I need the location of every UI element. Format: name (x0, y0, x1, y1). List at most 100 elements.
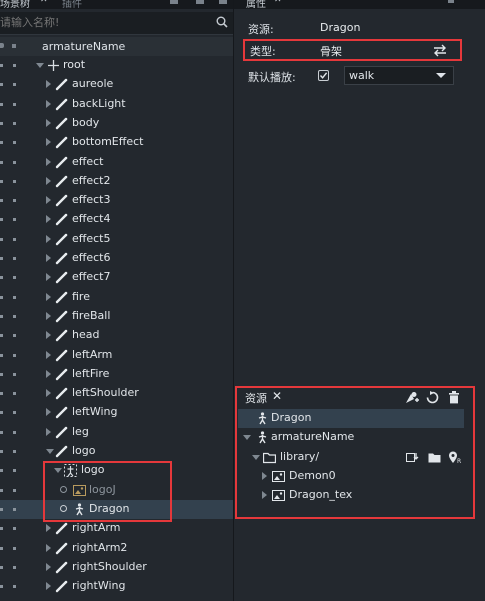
tree-row[interactable]: head (0, 326, 233, 345)
lock-toggle[interactable] (13, 353, 16, 357)
visibility-toggle[interactable] (0, 83, 3, 87)
lock-toggle[interactable] (13, 469, 16, 473)
tree-row[interactable]: effect2 (0, 172, 233, 191)
tree-row[interactable]: backLight (0, 95, 233, 114)
trash-icon[interactable] (448, 391, 460, 404)
visibility-toggle[interactable] (0, 179, 3, 183)
visibility-toggle[interactable] (0, 565, 3, 569)
lock-toggle[interactable] (13, 565, 16, 569)
lock-toggle[interactable] (13, 64, 16, 67)
lock-toggle[interactable] (13, 257, 16, 260)
tree-row[interactable]: rightArm2 (0, 539, 233, 558)
chevron-right-icon[interactable] (262, 472, 267, 480)
tree-row[interactable]: Dragon (0, 499, 233, 519)
lock-toggle[interactable] (13, 121, 16, 125)
chevron-right-icon[interactable] (262, 491, 267, 499)
visibility-toggle[interactable] (0, 199, 3, 203)
locate-icon[interactable]: R (448, 451, 461, 464)
lock-toggle[interactable] (13, 83, 16, 87)
add-asset-icon[interactable] (405, 391, 419, 404)
visibility-toggle[interactable] (0, 527, 3, 531)
chevron-right-icon[interactable] (46, 196, 51, 205)
chevron-down-icon[interactable] (36, 63, 44, 68)
visibility-toggle[interactable] (0, 276, 3, 280)
tree-row[interactable]: effect (0, 153, 233, 172)
switch-type-icon[interactable] (433, 44, 447, 57)
tree-row[interactable]: leftArm (0, 346, 233, 365)
chevron-right-icon[interactable] (46, 408, 51, 417)
chevron-right-icon[interactable] (46, 234, 51, 243)
visibility-toggle[interactable] (0, 585, 3, 589)
lock-toggle[interactable] (13, 585, 16, 589)
chevron-right-icon[interactable] (46, 99, 51, 108)
visibility-toggle[interactable] (0, 546, 3, 550)
tree-row[interactable]: leg (0, 423, 233, 442)
tree-row[interactable]: effect4 (0, 210, 233, 229)
lock-toggle[interactable] (13, 237, 16, 241)
tree-row[interactable]: leftShoulder (0, 384, 233, 403)
tree-row[interactable]: aureole (0, 75, 233, 94)
asset-row[interactable]: Demon0 (238, 467, 464, 486)
tree-row[interactable]: logo (0, 461, 233, 480)
tree-row[interactable]: effect6 (0, 249, 233, 268)
panel-menu-icon[interactable] (170, 0, 178, 4)
asset-row[interactable]: Dragon_tex (238, 486, 464, 505)
visibility-toggle[interactable] (0, 353, 3, 357)
tree-row[interactable]: rightArm (0, 519, 233, 538)
visibility-toggle[interactable] (0, 392, 3, 396)
chevron-right-icon[interactable] (46, 157, 51, 166)
chevron-down-icon[interactable] (243, 435, 251, 440)
lock-toggle[interactable] (13, 411, 16, 415)
lock-toggle[interactable] (13, 334, 16, 338)
close-icon[interactable]: ✕ (40, 0, 48, 5)
radio-dot-icon[interactable] (60, 485, 67, 493)
chevron-right-icon[interactable] (46, 118, 51, 127)
tab-scene-tree[interactable]: 场景树 (0, 0, 30, 10)
lock-toggle[interactable] (13, 295, 16, 299)
chevron-right-icon[interactable] (46, 215, 51, 224)
chevron-down-icon[interactable] (252, 455, 260, 460)
lock-toggle[interactable] (13, 546, 16, 550)
visibility-toggle[interactable] (0, 411, 3, 415)
visibility-toggle[interactable] (0, 469, 3, 473)
tree-row[interactable]: leftWing (0, 403, 233, 422)
visibility-toggle[interactable] (0, 102, 3, 106)
lock-toggle[interactable] (13, 430, 16, 434)
tree-row[interactable]: effect5 (0, 230, 233, 249)
tab-plugins[interactable]: 插件 (62, 0, 82, 10)
chevron-down-icon[interactable] (46, 449, 54, 454)
visibility-toggle[interactable] (0, 295, 3, 299)
default-play-checkbox[interactable] (318, 70, 329, 81)
lock-toggle[interactable] (13, 527, 16, 531)
chevron-right-icon[interactable] (46, 80, 51, 89)
tree-row[interactable]: logoJ (0, 481, 233, 500)
lock-toggle[interactable] (13, 392, 16, 396)
close-icon[interactable]: ✕ (272, 389, 282, 403)
open-folder-icon[interactable] (428, 451, 441, 464)
visibility-toggle[interactable] (0, 334, 3, 338)
lock-toggle[interactable] (13, 218, 16, 222)
tree-row[interactable]: fire (0, 288, 233, 307)
tree-row[interactable]: logo (0, 442, 233, 461)
chevron-right-icon[interactable] (46, 311, 51, 320)
asset-row[interactable]: library/R (238, 448, 464, 467)
radio-dot-icon[interactable] (60, 504, 67, 512)
tree-row[interactable]: leftFire (0, 365, 233, 384)
visibility-toggle[interactable] (0, 237, 3, 241)
chevron-down-icon[interactable] (54, 468, 62, 474)
visibility-toggle[interactable] (0, 121, 3, 125)
search-icon[interactable] (216, 16, 228, 28)
lock-toggle[interactable] (13, 507, 16, 511)
visibility-toggle[interactable] (0, 507, 3, 511)
visibility-toggle[interactable] (0, 160, 3, 164)
visibility-toggle[interactable] (0, 257, 3, 260)
asset-row[interactable]: armatureName (238, 428, 464, 447)
chevron-right-icon[interactable] (46, 389, 51, 398)
lock-toggle[interactable] (13, 179, 16, 183)
chevron-right-icon[interactable] (46, 254, 51, 262)
visibility-toggle[interactable] (0, 218, 3, 222)
chevron-right-icon[interactable] (46, 176, 51, 185)
visibility-toggle[interactable] (0, 64, 3, 67)
lock-toggle[interactable] (13, 102, 16, 106)
panel-menu-icon[interactable] (448, 0, 454, 3)
